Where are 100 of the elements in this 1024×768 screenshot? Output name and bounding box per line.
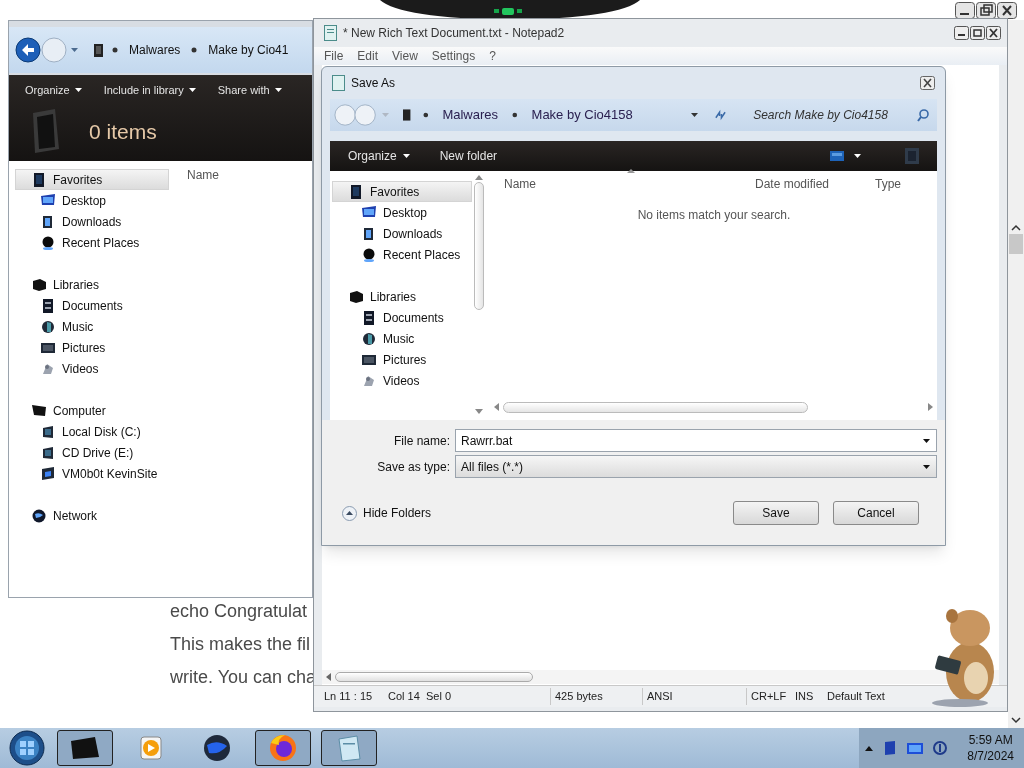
toolbar-button[interactable]: Share with	[217, 81, 282, 99]
library-icon	[32, 277, 46, 292]
nav-item[interactable]: Libraries	[15, 274, 169, 295]
scroll-right-icon[interactable]	[928, 403, 933, 411]
nav-item[interactable]: Desktop	[332, 202, 472, 223]
restore-icon[interactable]	[976, 2, 996, 19]
column-header[interactable]: Type	[875, 175, 915, 193]
music-icon	[362, 331, 376, 346]
breadcrumb-item[interactable]: Malwares	[127, 41, 183, 59]
column-header[interactable]: Name	[187, 168, 219, 182]
nav-item[interactable]: Documents	[332, 307, 472, 328]
status-text: INS	[795, 689, 815, 705]
menu-item[interactable]: Edit	[357, 47, 379, 65]
caret-icon	[923, 464, 930, 469]
taskbar-button[interactable]	[321, 730, 377, 766]
maximize-icon[interactable]	[970, 26, 985, 40]
music-icon	[41, 319, 55, 334]
drive-icon	[41, 424, 55, 439]
nav-item[interactable]: VM0b0t KevinSite	[15, 463, 169, 484]
close-icon[interactable]	[997, 2, 1017, 19]
column-header[interactable]: Name	[494, 175, 755, 193]
scroll-down-icon[interactable]	[1011, 716, 1021, 724]
start-button[interactable]	[9, 730, 45, 766]
scroll-left-icon[interactable]	[326, 673, 331, 681]
nav-item[interactable]: Music	[15, 316, 169, 337]
nav-item[interactable]: Recent Places	[332, 244, 472, 265]
network-icon[interactable]	[907, 741, 924, 755]
close-icon[interactable]	[920, 76, 935, 90]
clock[interactable]: 5:59 AM 8/7/2024	[967, 732, 1014, 764]
nav-item[interactable]: Downloads	[15, 211, 169, 232]
nav-item[interactable]: Documents	[15, 295, 169, 316]
status-text: ANSI	[647, 688, 747, 705]
scroll-up-icon[interactable]	[1011, 224, 1021, 232]
network-icon	[32, 508, 46, 523]
nav-item[interactable]: Libraries	[332, 286, 472, 307]
sort-icon	[627, 169, 635, 173]
folder-icon	[32, 172, 46, 187]
status-text: CR+LF	[751, 689, 788, 705]
save-button[interactable]: Save	[733, 501, 819, 525]
search-icon[interactable]	[917, 108, 929, 122]
toolbar-button[interactable]: New folder	[439, 147, 498, 165]
menu-item[interactable]: File	[324, 47, 344, 65]
scrollbar-thumb[interactable]	[335, 672, 533, 682]
menu-item[interactable]: View	[392, 47, 418, 65]
breadcrumb-item[interactable]: Make by Cio4158	[529, 105, 635, 125]
hide-folders-button[interactable]: Hide Folders	[342, 504, 432, 522]
nav-item[interactable]: Network	[15, 505, 169, 526]
nav-item[interactable]: Downloads	[332, 223, 472, 244]
nav-item[interactable]: Pictures	[332, 349, 472, 370]
nav-item[interactable]: Music	[332, 328, 472, 349]
file-name-field[interactable]: Rawrr.bat	[455, 429, 937, 452]
notepad-icon	[324, 25, 337, 41]
computer-icon	[94, 43, 103, 57]
nav-item[interactable]: Pictures	[15, 337, 169, 358]
downloads-icon	[41, 214, 55, 229]
taskbar-button[interactable]	[255, 730, 311, 766]
scrollbar-thumb[interactable]	[1009, 234, 1023, 254]
document-icon	[332, 75, 345, 91]
minimize-icon[interactable]	[955, 2, 975, 19]
collapse-icon	[342, 505, 357, 521]
type-dropdown[interactable]: All files (*.*)	[455, 455, 937, 478]
nav-item[interactable]: Desktop	[15, 190, 169, 211]
scroll-left-icon[interactable]	[494, 403, 499, 411]
status-text: Ln 11 : 15	[324, 689, 374, 705]
nav-item[interactable]: Recent Places	[15, 232, 169, 253]
horizontal-scrollbar[interactable]	[322, 670, 999, 684]
nav-item[interactable]: Videos	[332, 370, 472, 391]
nav-item[interactable]: CD Drive (E:)	[15, 442, 169, 463]
show-hidden-icon[interactable]	[865, 745, 874, 751]
refresh-icon[interactable]	[714, 109, 728, 121]
scrollbar-thumb[interactable]	[474, 182, 484, 310]
caret-icon	[74, 88, 82, 92]
desktop-icon	[41, 193, 55, 208]
menu-item[interactable]: ?	[489, 47, 496, 65]
scrollbar-thumb[interactable]	[503, 401, 808, 413]
nav-item[interactable]: Favorites	[332, 181, 472, 202]
toolbar-button[interactable]: Organize	[348, 147, 410, 165]
breadcrumb-item[interactable]: Malwares	[440, 105, 500, 125]
shield-icon[interactable]	[883, 741, 898, 755]
volume-icon[interactable]	[933, 741, 948, 755]
pictures-icon	[41, 340, 55, 355]
nav-item[interactable]: Favorites	[15, 169, 169, 190]
close-icon[interactable]	[986, 26, 1001, 40]
caret-icon	[854, 154, 861, 158]
breadcrumb-item[interactable]: Make by Cio41	[206, 41, 291, 59]
minimize-icon[interactable]	[954, 26, 969, 40]
toolbar-button[interactable]: Organize	[25, 81, 82, 99]
nav-item[interactable]: Computer	[15, 400, 169, 421]
column-header[interactable]: Date modified	[755, 175, 875, 193]
back-icon[interactable]	[15, 37, 41, 63]
menu-item[interactable]: Settings	[431, 47, 476, 65]
nav-item[interactable]: Local Disk (C:)	[15, 421, 169, 442]
caret-icon	[382, 113, 390, 117]
cancel-button[interactable]: Cancel	[833, 501, 919, 525]
view-button[interactable]	[830, 149, 861, 163]
taskbar-button[interactable]	[57, 730, 113, 766]
search-field[interactable]: Search Make by Cio4158	[753, 106, 929, 124]
nav-item[interactable]: Videos	[15, 358, 169, 379]
separator-icon	[512, 112, 518, 118]
toolbar-button[interactable]: Include in library	[103, 81, 196, 99]
